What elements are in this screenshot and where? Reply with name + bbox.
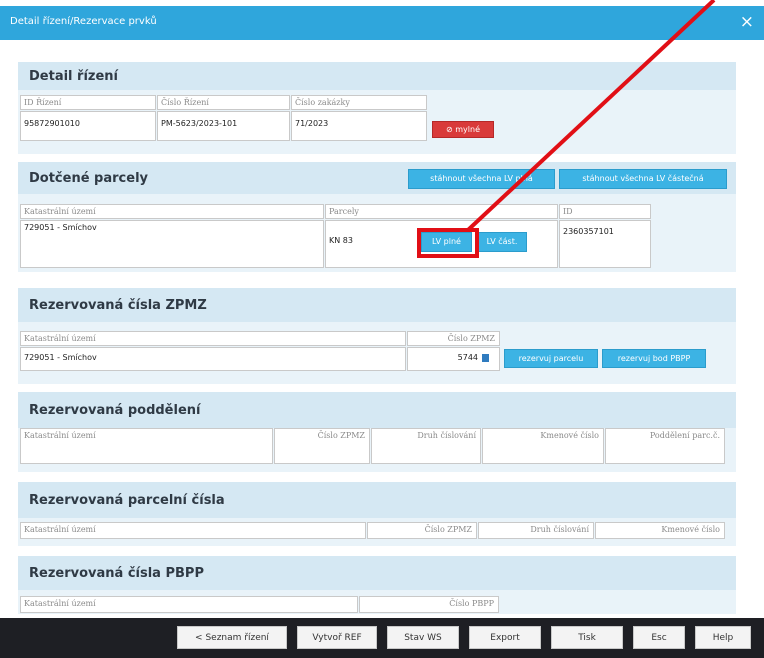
zpmz-col-number: Číslo ZPMZ [407,331,500,346]
subdivisions-col-numbering: Druh číslování [371,428,481,464]
back-to-list-button[interactable]: < Seznam řízení [177,626,287,649]
reserve-parcel-button[interactable]: rezervuj parcelu [504,349,598,368]
reserve-pbpp-button[interactable]: rezervuj bod PBPP [602,349,706,368]
subdivisions-col-zpmz: Číslo ZPMZ [274,428,370,464]
parcels-id-value: 2360357101 [559,220,651,268]
dialog-window: Detail řízení/Rezervace prvků × Detail ř… [0,0,764,658]
parcels-parcel-value: KN 83 [329,236,353,245]
download-all-lv-full-button[interactable]: stáhnout všechna LV plná [408,169,555,189]
error-icon: ⊘ [446,125,456,134]
help-button[interactable]: Help [695,626,751,649]
zpmz-number-cell: 5744 [407,347,500,371]
parcel-numbers-col-base: Kmenové číslo [595,522,725,539]
parcels-territory-value: 729051 - Smíchov [20,220,324,268]
parcel-numbers-col-territory: Katastrální území [20,522,366,539]
subdivisions-col-base: Kmenové číslo [482,428,604,464]
subdivisions-heading: Rezervovaná poddělení [29,403,201,418]
subdivisions-header: Rezervovaná poddělení [18,392,736,428]
detail-section: Detail řízení ID Řízení Číslo Řízení Čís… [18,62,736,154]
lv-partial-button[interactable]: LV část. [477,232,527,252]
parcels-col-id: ID [559,204,651,219]
create-ref-button[interactable]: Vytvoř REF [297,626,377,649]
lv-full-button[interactable]: LV plné [421,232,472,252]
print-button[interactable]: Tisk [551,626,623,649]
export-button[interactable]: Export [469,626,541,649]
zpmz-heading: Rezervovaná čísla ZPMZ [29,298,207,313]
status-badge-label: mylné [455,125,480,134]
parcel-numbers-col-zpmz: Číslo ZPMZ [367,522,477,539]
subdivisions-col-subdivision: Poddělení parc.č. [605,428,725,464]
detail-id-value: 95872901010 [20,111,156,141]
zpmz-header: Rezervovaná čísla ZPMZ [18,288,736,322]
detail-col-id: ID Řízení [20,95,156,110]
parcel-numbers-header: Rezervovaná parcelní čísla [18,482,736,518]
parcels-section: Dotčené parcely stáhnout všechna LV plná… [18,162,736,272]
detail-header: Detail řízení [18,62,736,90]
parcels-col-parcel: Parcely [325,204,558,219]
parcel-numbers-section: Rezervovaná parcelní čísla Katastrální ú… [18,482,736,546]
dialog-title: Detail řízení/Rezervace prvků [10,16,157,27]
pbpp-header: Rezervovaná čísla PBPP [18,556,736,590]
pbpp-col-number: Číslo PBPP [359,596,499,613]
esc-button[interactable]: Esc [633,626,685,649]
footer-bar: < Seznam řízení Vytvoř REF Stav WS Expor… [0,618,764,658]
parcels-header: Dotčené parcely stáhnout všechna LV plná… [18,162,736,194]
parcels-col-territory: Katastrální území [20,204,324,219]
detail-number-value: PM-5623/2023-101 [157,111,290,141]
zpmz-territory-value: 729051 - Smíchov [20,347,406,371]
trash-icon[interactable] [482,353,489,362]
pbpp-heading: Rezervovaná čísla PBPP [29,566,204,581]
ws-status-button[interactable]: Stav WS [387,626,459,649]
zpmz-col-territory: Katastrální území [20,331,406,346]
parcel-numbers-col-numbering: Druh číslování [478,522,594,539]
parcels-heading: Dotčené parcely [29,171,148,186]
detail-col-number: Číslo Řízení [157,95,290,110]
subdivisions-col-territory: Katastrální území [20,428,273,464]
detail-heading: Detail řízení [29,69,118,84]
zpmz-section: Rezervovaná čísla ZPMZ Katastrální území… [18,288,736,384]
subdivisions-section: Rezervovaná poddělení Katastrální území … [18,392,736,472]
status-badge[interactable]: ⊘ mylné [432,121,494,138]
close-icon[interactable]: × [740,12,754,32]
detail-col-order: Číslo zakázky [291,95,427,110]
dialog-content: Detail řízení ID Řízení Číslo Řízení Čís… [0,40,764,618]
pbpp-section: Rezervovaná čísla PBPP Katastrální území… [18,556,736,614]
parcel-numbers-heading: Rezervovaná parcelní čísla [29,493,225,508]
download-all-lv-partial-button[interactable]: stáhnout všechna LV částečná [559,169,727,189]
pbpp-col-territory: Katastrální území [20,596,358,613]
dialog-title-bar: Detail řízení/Rezervace prvků × [0,6,764,40]
zpmz-number-value: 5744 [457,353,478,362]
detail-order-value: 71/2023 [291,111,427,141]
